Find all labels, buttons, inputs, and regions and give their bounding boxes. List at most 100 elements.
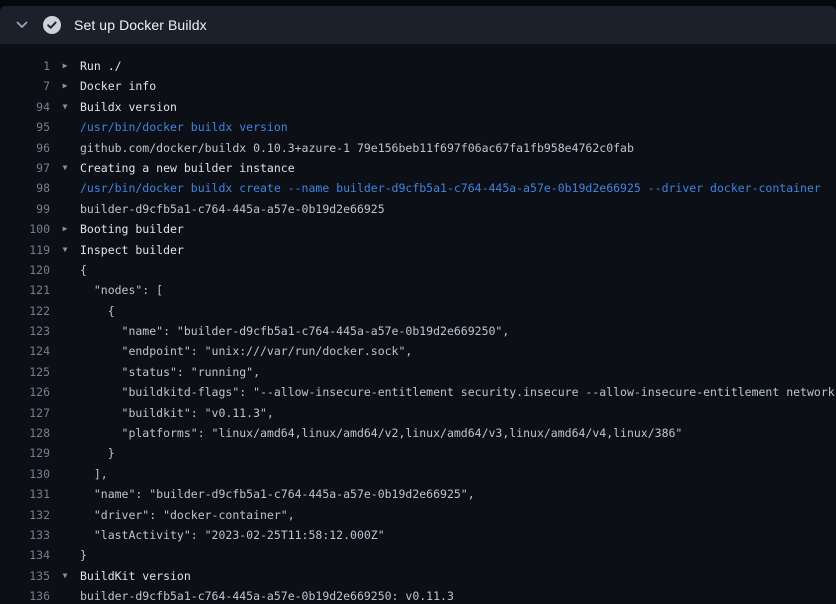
group-toggle-icon[interactable]: ▼ [50, 566, 80, 586]
log-text[interactable]: Inspect builder [80, 240, 184, 260]
line-number[interactable]: 95 [0, 117, 50, 137]
group-toggle-icon[interactable]: ▶ [50, 56, 80, 76]
log-text: } [80, 443, 115, 463]
line-number[interactable]: 124 [0, 341, 50, 361]
line-number[interactable]: 126 [0, 382, 50, 402]
group-toggle-icon[interactable]: ▶ [50, 219, 80, 239]
log-line: 120 { [0, 260, 836, 280]
group-toggle-icon [50, 321, 80, 341]
log-text: "name": "builder-d9cfb5a1-c764-445a-a57e… [80, 321, 509, 341]
line-number[interactable]: 125 [0, 362, 50, 382]
group-toggle-icon [50, 464, 80, 484]
line-number[interactable]: 135 [0, 566, 50, 586]
log-line: 129 } [0, 443, 836, 463]
group-toggle-icon [50, 586, 80, 604]
line-number[interactable]: 128 [0, 423, 50, 443]
log-line[interactable]: 119 ▼ Inspect builder [0, 240, 836, 260]
chevron-down-icon[interactable] [14, 17, 30, 33]
log-text: builder-d9cfb5a1-c764-445a-a57e-0b19d2e6… [80, 199, 385, 219]
line-number[interactable]: 123 [0, 321, 50, 341]
group-toggle-icon[interactable]: ▼ [50, 158, 80, 178]
step-title: Set up Docker Buildx [74, 17, 207, 33]
log-line: 96 github.com/docker/buildx 0.10.3+azure… [0, 138, 836, 158]
group-toggle-icon [50, 443, 80, 463]
group-toggle-icon [50, 505, 80, 525]
log-line[interactable]: 7 ▶ Docker info [0, 76, 836, 96]
log-line[interactable]: 135 ▼ BuildKit version [0, 566, 836, 586]
line-number[interactable]: 1 [0, 56, 50, 76]
log-line: 128 "platforms": "linux/amd64,linux/amd6… [0, 423, 836, 443]
line-number[interactable]: 133 [0, 525, 50, 545]
group-toggle-icon[interactable]: ▼ [50, 240, 80, 260]
log-line: 124 "endpoint": "unix:///var/run/docker.… [0, 341, 836, 361]
line-number[interactable]: 97 [0, 158, 50, 178]
log-text[interactable]: Buildx version [80, 97, 177, 117]
line-number[interactable]: 98 [0, 178, 50, 198]
line-number[interactable]: 122 [0, 301, 50, 321]
log-line: 122 { [0, 301, 836, 321]
log-text: "lastActivity": "2023-02-25T11:58:12.000… [80, 525, 385, 545]
log-line: 121 "nodes": [ [0, 280, 836, 300]
log-text: "platforms": "linux/amd64,linux/amd64/v2… [80, 423, 682, 443]
group-toggle-icon [50, 280, 80, 300]
line-number[interactable]: 96 [0, 138, 50, 158]
line-number[interactable]: 121 [0, 280, 50, 300]
log-line[interactable]: 1 ▶ Run ./ [0, 56, 836, 76]
group-toggle-icon [50, 301, 80, 321]
log-text[interactable]: BuildKit version [80, 566, 191, 586]
log-line: 132 "driver": "docker-container", [0, 505, 836, 525]
log-line[interactable]: 94 ▼ Buildx version [0, 97, 836, 117]
log-text: { [80, 260, 87, 280]
log-text: "driver": "docker-container", [80, 505, 295, 525]
check-circle-icon [43, 16, 61, 34]
group-toggle-icon [50, 525, 80, 545]
group-toggle-icon [50, 117, 80, 137]
log-text: "buildkit": "v0.11.3", [80, 403, 274, 423]
line-number[interactable]: 130 [0, 464, 50, 484]
line-number[interactable]: 136 [0, 586, 50, 604]
group-toggle-icon [50, 341, 80, 361]
log-line: 99 builder-d9cfb5a1-c764-445a-a57e-0b19d… [0, 199, 836, 219]
log-text[interactable]: Run ./ [80, 56, 122, 76]
line-number[interactable]: 129 [0, 443, 50, 463]
log-text[interactable]: Booting builder [80, 219, 184, 239]
line-number[interactable]: 127 [0, 403, 50, 423]
line-number[interactable]: 119 [0, 240, 50, 260]
log-line[interactable]: 97 ▼ Creating a new builder instance [0, 158, 836, 178]
group-toggle-icon [50, 545, 80, 565]
log-line: 126 "buildkitd-flags": "--allow-insecure… [0, 382, 836, 402]
line-number[interactable]: 131 [0, 484, 50, 504]
line-number[interactable]: 134 [0, 545, 50, 565]
group-toggle-icon [50, 423, 80, 443]
group-toggle-icon[interactable]: ▼ [50, 97, 80, 117]
group-toggle-icon [50, 199, 80, 219]
log-text: "status": "running", [80, 362, 260, 382]
log-line[interactable]: 100 ▶ Booting builder [0, 219, 836, 239]
log-line: 125 "status": "running", [0, 362, 836, 382]
line-number[interactable]: 100 [0, 219, 50, 239]
line-number[interactable]: 132 [0, 505, 50, 525]
log-line: 130 ], [0, 464, 836, 484]
line-number[interactable]: 94 [0, 97, 50, 117]
step-header[interactable]: Set up Docker Buildx [0, 6, 836, 44]
log-line: 133 "lastActivity": "2023-02-25T11:58:12… [0, 525, 836, 545]
line-number[interactable]: 99 [0, 199, 50, 219]
group-toggle-icon [50, 138, 80, 158]
log-text: "endpoint": "unix:///var/run/docker.sock… [80, 341, 412, 361]
log-line: 95 /usr/bin/docker buildx version [0, 117, 836, 137]
log-text: { [80, 301, 115, 321]
line-number[interactable]: 120 [0, 260, 50, 280]
log-lines-container: 1 ▶ Run ./ 7 ▶ Docker info 94 ▼ Buildx v… [0, 44, 836, 604]
log-text: /usr/bin/docker buildx version [80, 117, 288, 137]
group-toggle-icon [50, 382, 80, 402]
log-text: "buildkitd-flags": "--allow-insecure-ent… [80, 382, 836, 402]
log-text: github.com/docker/buildx 0.10.3+azure-1 … [80, 138, 634, 158]
group-toggle-icon [50, 362, 80, 382]
log-text[interactable]: Docker info [80, 76, 156, 96]
group-toggle-icon[interactable]: ▶ [50, 76, 80, 96]
line-number[interactable]: 7 [0, 76, 50, 96]
group-toggle-icon [50, 484, 80, 504]
log-line: 123 "name": "builder-d9cfb5a1-c764-445a-… [0, 321, 836, 341]
log-text[interactable]: Creating a new builder instance [80, 158, 295, 178]
log-viewer: Set up Docker Buildx 1 ▶ Run ./ 7 ▶ Dock… [0, 0, 836, 604]
